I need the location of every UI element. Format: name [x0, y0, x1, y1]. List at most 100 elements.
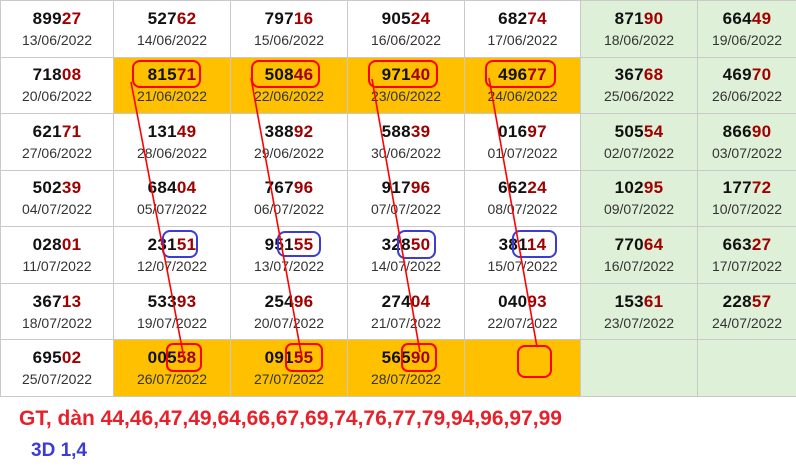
result-date: 24/06/2022: [487, 88, 558, 105]
number-tail: 51: [176, 235, 197, 255]
result-number: 77064: [581, 235, 697, 255]
result-date: 23/07/2022: [603, 314, 675, 331]
number-head: 664: [722, 8, 752, 28]
result-number: 01697: [465, 122, 580, 142]
result-cell: 27404 21/07/2022: [347, 282, 465, 341]
result-number: 04093: [465, 292, 580, 312]
result-cell: 68274 17/06/2022: [464, 0, 581, 58]
results-grid: 89927 13/06/2022 52762 14/06/2022 79716 15/06…: [0, 0, 796, 398]
result-number: 50846: [231, 65, 347, 85]
number-tail: 93: [527, 291, 547, 311]
result-number: 90524: [348, 9, 464, 29]
result-cell: 91796 07/07/2022: [347, 169, 465, 228]
result-number: 15361: [581, 292, 697, 312]
grid-row: 89927 13/06/2022 52762 14/06/2022 79716 15/06…: [0, 0, 796, 58]
number-tail: 04: [410, 291, 431, 311]
result-cell: 95155 13/07/2022: [230, 226, 348, 284]
number-tail: 68: [643, 65, 664, 85]
result-date: 15/06/2022: [253, 31, 325, 48]
result-number: 17772: [698, 178, 796, 198]
result-number: 79716: [231, 9, 347, 29]
result-cell: 50846 22/06/2022: [230, 56, 348, 115]
result-cell: 25496 20/07/2022: [230, 282, 348, 341]
result-date: 22/06/2022: [253, 88, 325, 105]
result-cell: 01697 01/07/2022: [464, 113, 581, 171]
number-tail: 54: [643, 121, 664, 141]
number-tail: 55: [293, 235, 314, 255]
number-head: 917: [381, 178, 411, 198]
number-head: 005: [147, 348, 177, 368]
result-date: 09/07/2022: [603, 201, 675, 218]
result-date: 19/07/2022: [136, 314, 208, 331]
number-head: 496: [498, 65, 528, 85]
number-head: 231: [147, 235, 177, 255]
result-cell: 10295 09/07/2022: [580, 169, 698, 228]
result-number: 87190: [581, 9, 697, 29]
number-head: 815: [147, 65, 177, 85]
result-date: 24/07/2022: [711, 314, 783, 331]
caption-gt: GT, dàn 44,46,47,49,64,66,67,69,74,76,77…: [19, 407, 562, 430]
number-head: 469: [722, 65, 752, 85]
result-cell: 62171 27/06/2022: [0, 113, 114, 171]
result-cell: 58839 30/06/2022: [347, 113, 465, 171]
grid-row: 62171 27/06/2022 13149 28/06/2022 38892 29/06…: [0, 113, 796, 171]
result-cell: 09155 27/07/2022: [230, 339, 348, 397]
number-head: 131: [147, 121, 177, 141]
result-date: 25/06/2022: [603, 88, 675, 105]
number-head: 871: [614, 8, 644, 28]
result-date: 29/06/2022: [253, 144, 325, 161]
grid-row: 69502 25/07/2022 00558 26/07/2022 09155 27/07…: [0, 339, 796, 397]
result-cell: 02801 11/07/2022: [0, 226, 114, 284]
result-number: 02801: [1, 235, 113, 255]
result-number: 46970: [698, 65, 796, 85]
result-date: 28/07/2022: [370, 371, 442, 388]
result-number: 13149: [114, 122, 230, 142]
number-tail: 96: [410, 178, 431, 198]
result-date: 23/06/2022: [370, 88, 442, 105]
number-tail: 40: [410, 65, 431, 85]
number-head: 328: [381, 235, 411, 255]
result-cell: 76796 06/07/2022: [230, 169, 348, 228]
result-cell: 66224 08/07/2022: [464, 169, 581, 228]
result-cell: 97140 23/06/2022: [347, 56, 465, 115]
number-tail: 57: [751, 291, 772, 311]
number-tail: 90: [410, 348, 431, 368]
result-number: 49677: [465, 65, 580, 85]
result-date: 02/07/2022: [603, 144, 675, 161]
result-date: 25/07/2022: [21, 371, 93, 388]
result-cell: 50554 02/07/2022: [580, 113, 698, 171]
result-number: 52762: [114, 9, 230, 29]
caption-3d: 3D 1,4: [31, 440, 87, 461]
result-number: 62171: [1, 122, 113, 142]
result-cell: 86690 03/07/2022: [697, 113, 796, 171]
result-cell: 56590 28/07/2022: [347, 339, 465, 397]
result-date: 28/06/2022: [136, 144, 208, 161]
number-head: 684: [147, 178, 177, 198]
result-number: 86690: [698, 122, 796, 142]
number-tail: 77: [527, 65, 547, 85]
result-number: 50239: [1, 178, 113, 198]
number-tail: 27: [61, 8, 82, 28]
number-head: 502: [32, 178, 62, 198]
result-number: 09155: [231, 348, 347, 368]
result-date: 11/07/2022: [22, 258, 92, 275]
number-tail: 96: [293, 178, 314, 198]
result-date: 18/07/2022: [21, 314, 93, 331]
result-number: 71808: [1, 65, 113, 85]
number-head: 866: [722, 121, 752, 141]
result-date: 14/06/2022: [136, 31, 208, 48]
result-date: 16/06/2022: [370, 31, 442, 48]
number-head: 508: [264, 65, 294, 85]
result-cell: 04093 22/07/2022: [464, 282, 581, 341]
number-head: 040: [498, 291, 528, 311]
result-date: 10/07/2022: [711, 201, 783, 218]
number-head: 905: [381, 8, 411, 28]
number-head: 971: [381, 65, 411, 85]
number-head: 621: [32, 121, 62, 141]
number-head: 388: [264, 121, 294, 141]
result-cell: 38892 29/06/2022: [230, 113, 348, 171]
result-cell: 53393 19/07/2022: [113, 282, 231, 341]
grid-row: 36713 18/07/2022 53393 19/07/2022 25496 20/07…: [0, 282, 796, 341]
number-tail: 71: [176, 65, 197, 85]
result-number: 53393: [114, 292, 230, 312]
